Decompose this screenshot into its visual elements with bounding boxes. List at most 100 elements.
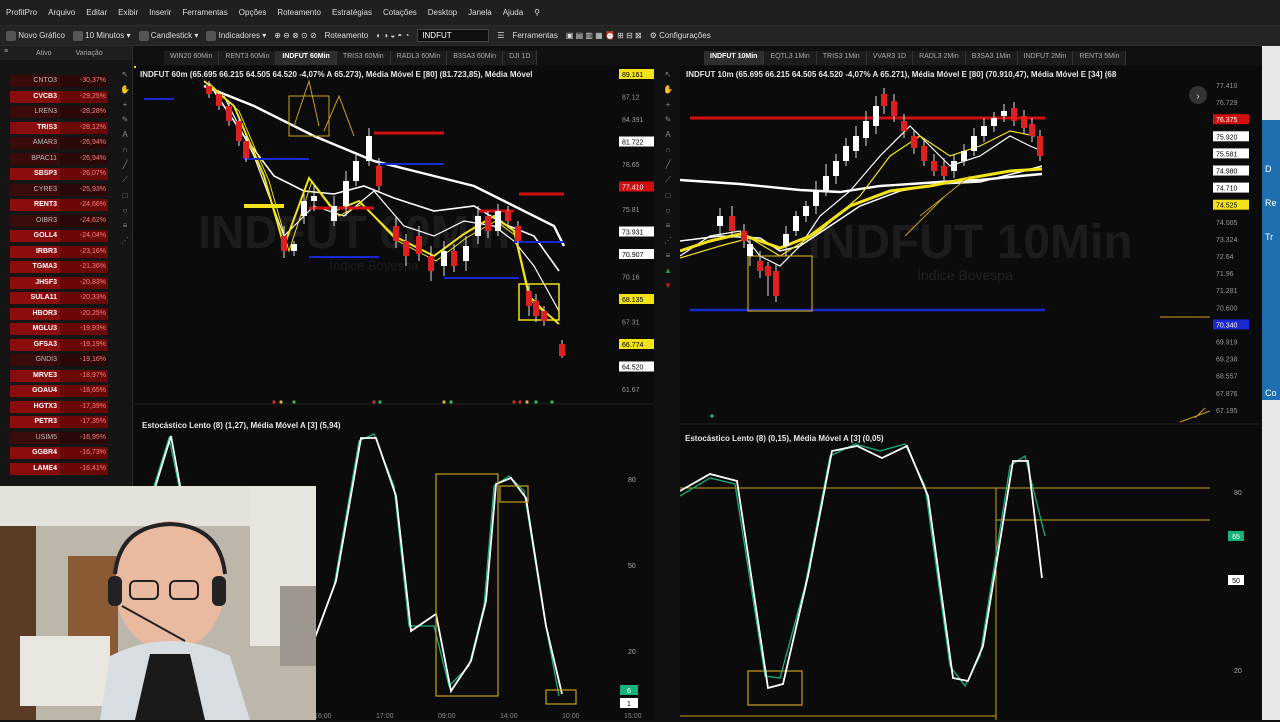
arrow-up-icon[interactable]: ▲ bbox=[664, 266, 672, 275]
ranking-row[interactable]: JHSF3 -20,83% bbox=[0, 276, 133, 290]
ray-icon[interactable]: ⟋ bbox=[122, 175, 128, 185]
line-icon[interactable]: ╱ bbox=[666, 160, 671, 169]
ranking-row[interactable]: AMAR3 -26,94% bbox=[0, 136, 133, 150]
ranking-row[interactable]: CVCB3 -29,25% bbox=[0, 90, 133, 104]
ranking-row[interactable]: MRVE3 -18,97% bbox=[0, 369, 133, 383]
right-chart-svg[interactable]: INDFUT 10Min Índice Bovespa INDFUT 10m (… bbox=[679, 66, 1262, 720]
fib-icon[interactable]: ≡ bbox=[666, 251, 671, 260]
chart-tab[interactable]: DJI 1D bbox=[503, 51, 538, 65]
menu-arquivo[interactable]: Arquivo bbox=[48, 8, 75, 17]
ranking-row[interactable]: GFSA3 -19,19% bbox=[0, 338, 133, 352]
ray-icon[interactable]: ⟋ bbox=[665, 175, 671, 185]
rect-icon[interactable]: □ bbox=[666, 191, 671, 200]
text-icon[interactable]: A bbox=[665, 130, 670, 139]
interval-select[interactable]: 10 Minutos ▾ bbox=[72, 30, 131, 41]
ranking-row[interactable]: USIM5 -16,95% bbox=[0, 431, 133, 445]
circle-icon[interactable]: ○ bbox=[123, 206, 128, 215]
magnet-icon[interactable]: ∩ bbox=[665, 145, 671, 154]
right-strip-label-4[interactable]: Co bbox=[1265, 388, 1277, 398]
menu-janela[interactable]: Janela bbox=[468, 8, 492, 17]
ranking-row[interactable]: BPAC11 -26,94% bbox=[0, 152, 133, 166]
menu-desktop[interactable]: Desktop bbox=[428, 8, 457, 17]
pen-icon[interactable]: ✎ bbox=[665, 115, 672, 124]
settings-button[interactable]: ⚙ Configurações bbox=[650, 31, 711, 40]
channel-icon[interactable]: ⋰ bbox=[664, 236, 672, 245]
circle-icon[interactable]: ○ bbox=[666, 206, 671, 215]
menu-ajuda[interactable]: Ajuda bbox=[503, 8, 523, 17]
cross-icon[interactable]: + bbox=[123, 100, 128, 109]
right-strip-label-1[interactable]: D bbox=[1265, 164, 1272, 174]
chart-tab[interactable]: VVAR3 1D bbox=[866, 51, 914, 65]
right-chart-pane[interactable]: INDFUT 10Min Índice Bovespa INDFUT 10m (… bbox=[679, 66, 1262, 720]
line-icon[interactable]: ╱ bbox=[123, 160, 128, 169]
ranking-row[interactable]: MGLU3 -19,93% bbox=[0, 322, 133, 336]
new-chart-button[interactable]: Novo Gráfico bbox=[6, 30, 65, 41]
tools-button[interactable]: Ferramentas bbox=[512, 31, 557, 40]
menu-ferramentas[interactable]: Ferramentas bbox=[182, 8, 227, 17]
ranking-row[interactable]: TGMA3 -21,36% bbox=[0, 260, 133, 274]
ranking-row[interactable]: CYRE3 -25,93% bbox=[0, 183, 133, 197]
chart-tab[interactable]: B3SA3 60Min bbox=[447, 51, 504, 65]
chart-tab[interactable]: TRIS3 60Min bbox=[336, 51, 391, 65]
col-ativo[interactable]: Ativo bbox=[36, 50, 52, 57]
right-drawing-tools[interactable]: ↖ ✋ + ✎ A ∩ ╱ ⟋ □ ○ ≡ ⋰ ≡ ▲ ▼ bbox=[660, 70, 676, 290]
chart-tab[interactable]: TRIS3 1Min bbox=[816, 51, 867, 65]
ranking-row[interactable]: LAME4 -16,41% bbox=[0, 462, 133, 476]
ranking-row[interactable]: GOLL4 -24,04% bbox=[0, 229, 133, 243]
chart-tab[interactable]: B3SA3 1Min bbox=[965, 51, 1018, 65]
chart-type-select[interactable]: Candlestick ▾ bbox=[138, 30, 198, 41]
chart-tab[interactable]: RADL3 60Min bbox=[390, 51, 448, 65]
chevron-right-icon[interactable]: › bbox=[1196, 91, 1199, 102]
rect-icon[interactable]: □ bbox=[123, 191, 128, 200]
ranking-row[interactable]: HGTX3 -17,39% bbox=[0, 400, 133, 414]
search-icon[interactable]: ⚲ bbox=[534, 8, 540, 17]
right-strip-label-2[interactable]: Re bbox=[1265, 198, 1277, 208]
ranking-row[interactable]: PETR3 -17,35% bbox=[0, 415, 133, 429]
ranking-row[interactable]: GNDI3 -19,16% bbox=[0, 353, 133, 367]
zoom-tools[interactable]: ⊕ ⊖ ⊗ ⊙ ⊘ bbox=[274, 31, 316, 40]
ranking-row[interactable]: SBSP3 -26,07% bbox=[0, 167, 133, 181]
col-variacao[interactable]: Variação bbox=[76, 50, 103, 57]
ranking-row[interactable]: OIBR3 -24,62% bbox=[0, 214, 133, 228]
chart-tab[interactable]: RENT3 5Min bbox=[1073, 51, 1127, 65]
menu-opcoes[interactable]: Opções bbox=[239, 8, 267, 17]
hand-icon[interactable]: ✋ bbox=[120, 85, 130, 94]
chart-tab[interactable]: INDFUT 10Min bbox=[704, 51, 765, 65]
hand-icon[interactable]: ✋ bbox=[663, 85, 673, 94]
menu-estrategias[interactable]: Estratégias bbox=[332, 8, 372, 17]
chart-tab[interactable]: WIN20 60Min bbox=[164, 51, 220, 65]
left-drawing-tools[interactable]: ↖ ✋ + ✎ A ∩ ╱ ⟋ □ ○ ≡ ⋰ bbox=[117, 70, 133, 245]
ranking-row[interactable]: HBOR3 -20,25% bbox=[0, 307, 133, 321]
menu-editar[interactable]: Editar bbox=[86, 8, 107, 17]
ranking-row[interactable]: SULA11 -20,33% bbox=[0, 291, 133, 305]
arrow-down-icon[interactable]: ▼ bbox=[664, 281, 672, 290]
routing-button[interactable]: Roteamento bbox=[325, 31, 369, 40]
ranking-row[interactable]: GOAU4 -18,65% bbox=[0, 384, 133, 398]
menu-cotacoes[interactable]: Cotações bbox=[383, 8, 417, 17]
ranking-row[interactable]: CNTO3 -30,37% bbox=[0, 74, 133, 88]
menu-inserir[interactable]: Inserir bbox=[149, 8, 171, 17]
text-icon[interactable]: A bbox=[122, 130, 127, 139]
routing-icons[interactable]: ◐ ◑ ◒ ◓ ◔ bbox=[376, 31, 409, 40]
cross-icon[interactable]: + bbox=[666, 100, 671, 109]
chart-tab[interactable]: RENT3 60Min bbox=[219, 51, 277, 65]
indicators-button[interactable]: Indicadores ▾ bbox=[206, 30, 266, 41]
menu-exibir[interactable]: Exibir bbox=[118, 8, 138, 17]
ranking-row[interactable]: TRIS3 -28,12% bbox=[0, 121, 133, 135]
chart-tab[interactable]: INDFUT 2Min bbox=[1017, 51, 1074, 65]
chart-tab[interactable]: RADL3 2Min bbox=[913, 51, 966, 65]
tool-icons[interactable]: ▣ ▤ ▥ ▦ ⏰ ⊞ ⊟ ⊠ bbox=[566, 31, 642, 40]
list-icon[interactable]: ☰ bbox=[497, 31, 504, 40]
right-strip-label-3[interactable]: Tr bbox=[1265, 232, 1273, 242]
pen-icon[interactable]: ✎ bbox=[122, 115, 129, 124]
fib-icon[interactable]: ≡ bbox=[123, 221, 128, 230]
ranking-row[interactable]: IRBR3 -23,16% bbox=[0, 245, 133, 259]
cursor-icon[interactable]: ↖ bbox=[122, 70, 129, 79]
cursor-icon[interactable]: ↖ bbox=[665, 70, 672, 79]
magnet-icon[interactable]: ∩ bbox=[122, 145, 128, 154]
ticker-input[interactable]: INDFUT bbox=[417, 29, 490, 42]
chart-tab[interactable]: EQTL3 1Min bbox=[764, 51, 817, 65]
fib-icon[interactable]: ≡ bbox=[666, 221, 671, 230]
channel-icon[interactable]: ⋰ bbox=[121, 236, 129, 245]
ranking-row[interactable]: LREN3 -28,28% bbox=[0, 105, 133, 119]
